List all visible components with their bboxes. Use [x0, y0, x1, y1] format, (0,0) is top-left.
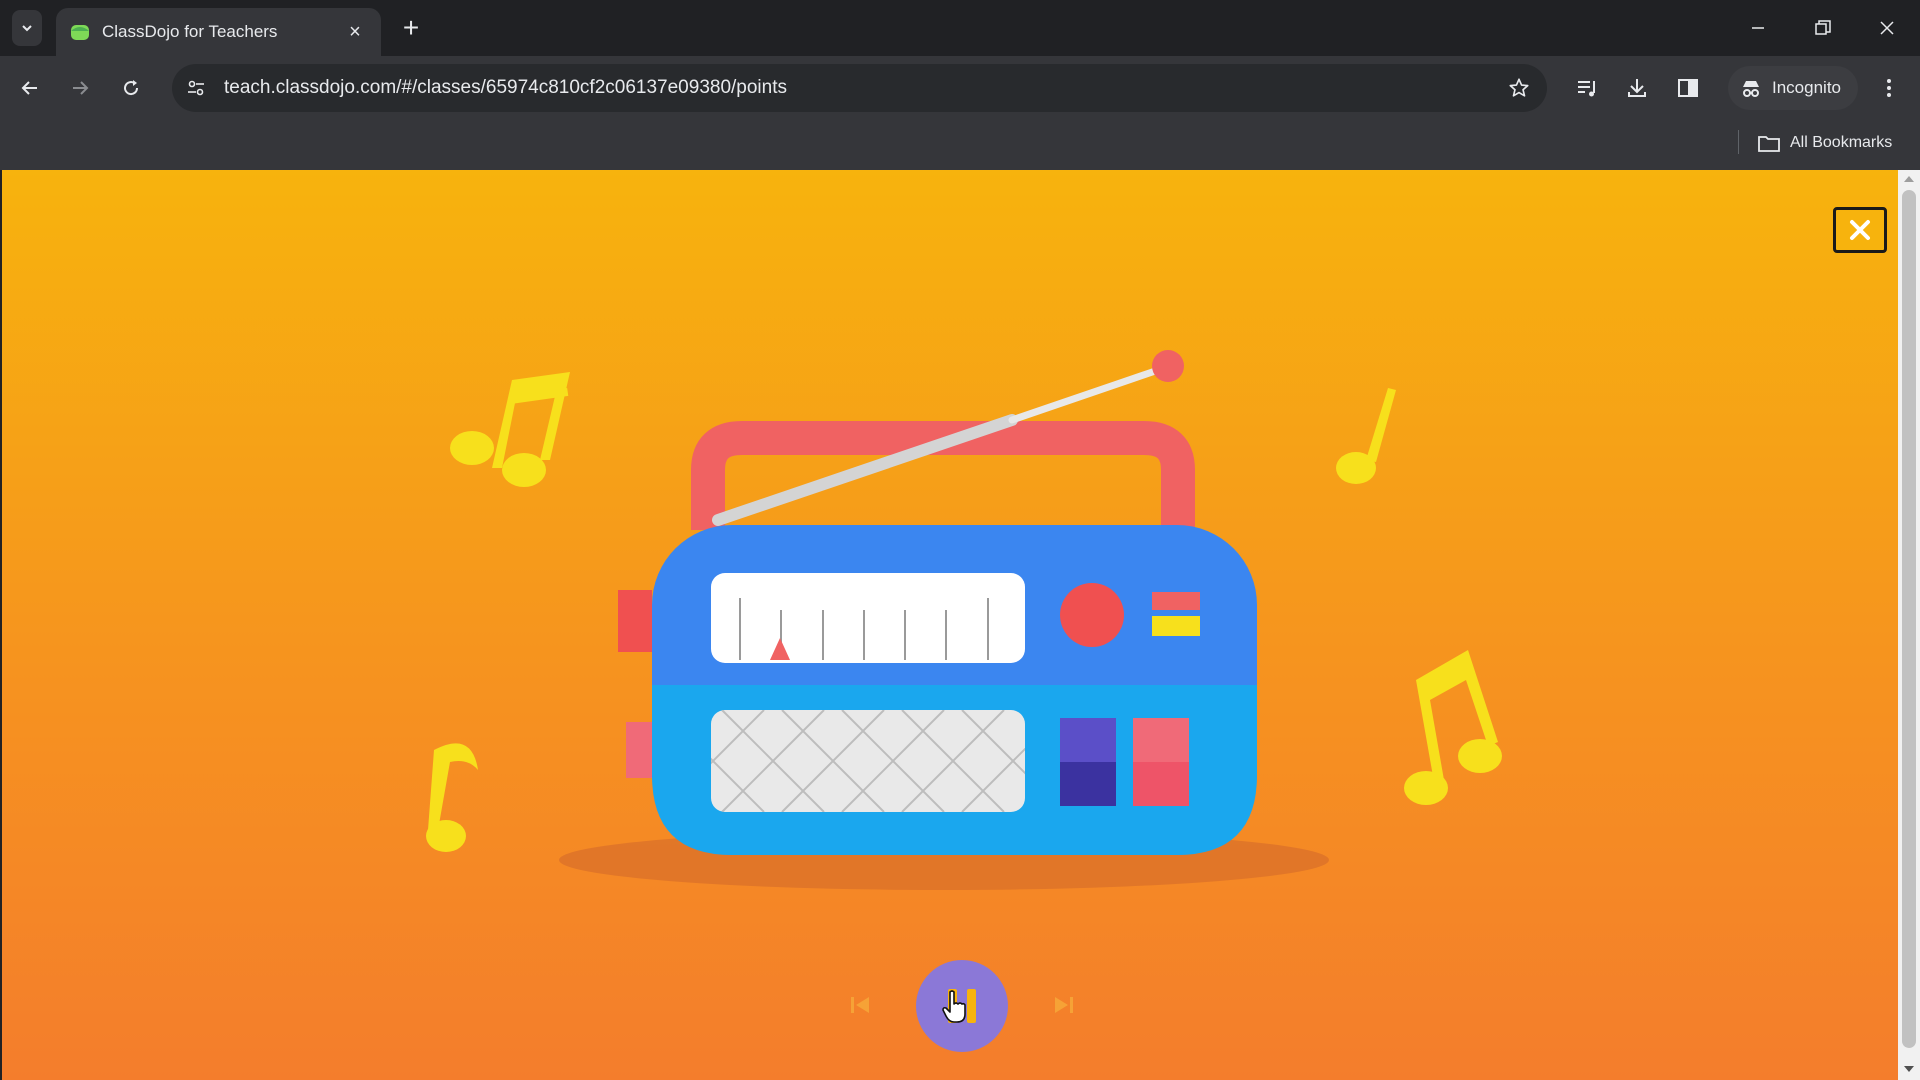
tab-close-icon[interactable]: × [343, 21, 367, 44]
next-track-icon [1055, 997, 1073, 1013]
side-knob-top [618, 590, 652, 652]
antenna-tip [1152, 350, 1184, 382]
scrollbar-thumb[interactable] [1902, 190, 1916, 1048]
next-track-button[interactable] [1044, 985, 1084, 1025]
forward-icon [73, 81, 89, 95]
incognito-icon [1743, 81, 1759, 97]
radio-illustration [426, 350, 1502, 890]
music-note-right-top [1336, 388, 1396, 484]
download-icon [1628, 79, 1646, 97]
site-info-button[interactable] [178, 70, 214, 106]
previous-track-icon [851, 997, 869, 1013]
chevron-down-icon [22, 25, 32, 32]
purple-block-top [1060, 718, 1116, 762]
page-scrollbar[interactable] [1898, 170, 1920, 1080]
pink-block-bottom [1133, 762, 1189, 806]
site-info-icon [188, 80, 204, 96]
media-controls-button[interactable] [1569, 70, 1605, 106]
side-knob-bottom [626, 722, 654, 778]
restore-button[interactable] [1803, 10, 1843, 46]
pink-block-top [1133, 718, 1189, 762]
tuning-dial [711, 573, 1025, 663]
bookmarks-divider [1738, 130, 1739, 154]
yellow-button [1152, 616, 1200, 636]
star-icon [1509, 78, 1529, 97]
music-note-beamed-right [1404, 650, 1502, 805]
minimize-icon [1752, 27, 1764, 29]
kebab-menu-button[interactable] [1871, 70, 1907, 106]
scroll-up-arrow-icon[interactable] [1904, 176, 1914, 182]
music-note-left-bottom [426, 743, 478, 852]
browser-toolbar: teach.classdojo.com/#/classes/65974c810c… [0, 56, 1920, 120]
bookmark-star-button[interactable] [1501, 70, 1537, 106]
tab-title: ClassDojo for Teachers [102, 22, 278, 41]
classdojo-icon [71, 25, 89, 40]
purple-block-bottom [1060, 762, 1116, 806]
music-note-beamed-left [450, 372, 570, 487]
bookmarks-bar: All Bookmarks [0, 120, 1920, 170]
radio-handle [691, 421, 1195, 530]
volume-knob [1060, 583, 1124, 647]
reload-icon [124, 80, 139, 96]
incognito-profile-button[interactable]: Incognito [1728, 66, 1858, 110]
kebab-menu-icon [1887, 79, 1891, 97]
player-controls [2, 960, 1898, 1080]
forward-button[interactable] [62, 70, 98, 106]
side-panel-button[interactable] [1670, 70, 1706, 106]
side-panel-icon [1678, 79, 1698, 97]
tab-strip: ClassDojo for Teachers × + [0, 0, 1920, 56]
address-bar[interactable]: teach.classdojo.com/#/classes/65974c810c… [172, 64, 1547, 112]
url-text[interactable]: teach.classdojo.com/#/classes/65974c810c… [224, 77, 1501, 99]
restore-icon [1815, 20, 1831, 35]
download-button[interactable] [1619, 70, 1655, 106]
browser-tab[interactable]: ClassDojo for Teachers × [56, 8, 381, 56]
folder-icon [1758, 136, 1780, 152]
new-tab-button[interactable]: + [397, 14, 425, 42]
previous-track-button[interactable] [840, 985, 880, 1025]
all-bookmarks-button[interactable]: All Bookmarks [1758, 128, 1892, 158]
close-icon [1850, 220, 1870, 240]
incognito-label: Incognito [1772, 78, 1841, 97]
all-bookmarks-label: All Bookmarks [1790, 134, 1893, 151]
back-button[interactable] [12, 70, 48, 106]
scroll-down-arrow-icon[interactable] [1904, 1066, 1914, 1072]
red-button [1152, 592, 1200, 610]
close-window-icon [1880, 21, 1894, 35]
tab-search-button[interactable] [12, 10, 42, 46]
close-window-button[interactable] [1867, 10, 1907, 46]
close-player-button[interactable] [1833, 207, 1887, 253]
hand-cursor-icon [942, 990, 966, 1023]
reload-button[interactable] [113, 70, 149, 106]
minimize-button[interactable] [1738, 10, 1778, 46]
media-controls-icon [1578, 81, 1595, 97]
back-icon [21, 81, 37, 95]
music-player-overlay [2, 170, 1898, 1080]
